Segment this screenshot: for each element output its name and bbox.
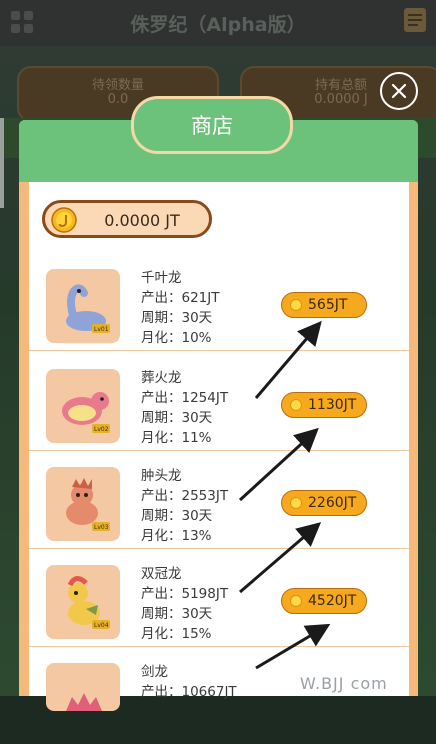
item-monthly: 月化：10% xyxy=(141,330,212,346)
buy-button[interactable]: 2260JT xyxy=(281,490,367,516)
item-name: 千叶龙 xyxy=(141,270,182,286)
item-output: 产出：1254JT xyxy=(141,390,229,406)
item-monthly: 月化：15% xyxy=(141,626,212,642)
item-name: 剑龙 xyxy=(141,664,168,680)
app-title: 侏罗纪（Alpha版） xyxy=(130,14,306,36)
close-icon xyxy=(391,83,407,99)
coin-icon xyxy=(290,595,302,607)
buy-button[interactable]: 565JT xyxy=(281,292,367,318)
shop-item: 剑龙 产出：10667JT xyxy=(29,648,409,744)
price-label: 4520JT xyxy=(308,593,357,609)
pending-title: 待领数量 xyxy=(91,78,144,93)
balance-value: 0.0000 JT xyxy=(104,211,180,230)
item-monthly: 月化：11% xyxy=(141,430,212,446)
level-badge: Lv04 xyxy=(94,622,109,629)
shop-item: Lv04 双冠龙 产出：5198JT 周期：30天 月化：15% 4520JT xyxy=(29,550,409,647)
balance-pill: 0.0000 JT xyxy=(42,200,212,238)
price-label: 2260JT xyxy=(308,495,357,511)
item-info: 葬火龙 产出：1254JT 周期：30天 月化：11% xyxy=(141,368,228,448)
shop-title: 商店 xyxy=(131,96,293,154)
shop-item: Lv03 肿头龙 产出：2553JT 周期：30天 月化：13% 2260JT xyxy=(29,452,409,549)
side-strip xyxy=(0,118,4,208)
item-output: 产出：10667JT xyxy=(141,684,237,700)
item-period: 周期：30天 xyxy=(141,508,213,524)
level-badge: Lv02 xyxy=(94,426,109,433)
item-info: 剑龙 产出：10667JT xyxy=(141,662,237,702)
top-bar: 侏罗纪（Alpha版） xyxy=(0,0,436,46)
dino-image: Lv02 xyxy=(46,369,120,443)
item-info: 肿头龙 产出：2553JT 周期：30天 月化：13% xyxy=(141,466,228,546)
item-name: 葬火龙 xyxy=(141,370,182,386)
dino-image: Lv01 xyxy=(46,269,120,343)
shop-item: Lv02 葬火龙 产出：1254JT 周期：30天 月化：11% 1130JT xyxy=(29,354,409,451)
buy-button[interactable]: 1130JT xyxy=(281,392,367,418)
item-info: 双冠龙 产出：5198JT 周期：30天 月化：15% xyxy=(141,564,228,644)
item-output: 产出：5198JT xyxy=(141,586,229,602)
level-badge: Lv03 xyxy=(94,524,109,531)
dino-image: Lv03 xyxy=(46,467,120,541)
item-name: 双冠龙 xyxy=(141,566,182,582)
dino-image xyxy=(46,663,120,711)
dino-image: Lv04 xyxy=(46,565,120,639)
coin-icon xyxy=(290,399,302,411)
item-name: 肿头龙 xyxy=(141,468,182,484)
item-period: 周期：30天 xyxy=(141,606,213,622)
buy-button[interactable]: 4520JT xyxy=(281,588,367,614)
item-period: 周期：30天 xyxy=(141,310,213,326)
note-icon[interactable] xyxy=(402,6,428,34)
price-label: 1130JT xyxy=(308,397,357,413)
item-monthly: 月化：13% xyxy=(141,528,212,544)
price-label: 565JT xyxy=(308,297,348,313)
item-output: 产出：621JT xyxy=(141,290,220,306)
shop-item: Lv01 千叶龙 产出：621JT 周期：30天 月化：10% 565JT xyxy=(29,254,409,351)
level-badge: Lv01 xyxy=(94,326,109,333)
item-period: 周期：30天 xyxy=(141,410,213,426)
coin-icon xyxy=(290,299,302,311)
coin-icon xyxy=(290,497,302,509)
item-info: 千叶龙 产出：621JT 周期：30天 月化：10% xyxy=(141,268,220,348)
watermark: W.BJJ com xyxy=(300,674,388,693)
close-button[interactable] xyxy=(380,72,418,110)
item-output: 产出：2553JT xyxy=(141,488,229,504)
